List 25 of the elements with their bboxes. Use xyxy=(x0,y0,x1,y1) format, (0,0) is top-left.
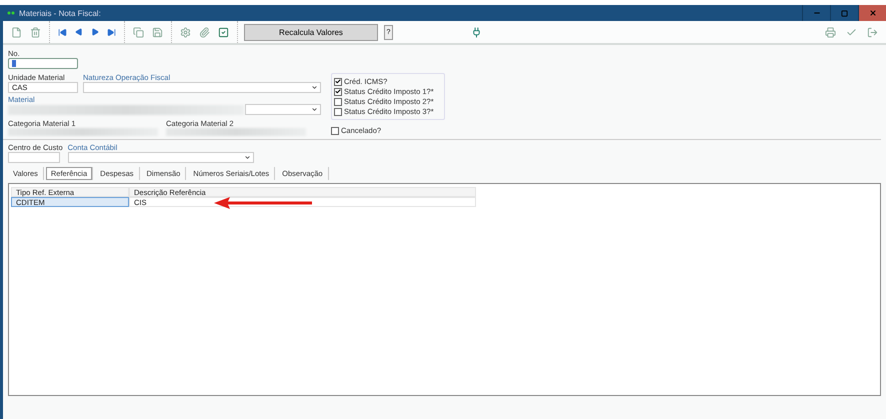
app-icon xyxy=(7,11,15,15)
chevron-icon xyxy=(244,154,251,161)
checkbox[interactable] xyxy=(331,126,339,134)
checkbox[interactable] xyxy=(334,108,342,116)
text-cursor xyxy=(12,60,16,67)
close-button[interactable] xyxy=(858,5,886,21)
recalculate-button[interactable]: Recalcula Valores xyxy=(244,24,378,40)
account-select[interactable] xyxy=(68,152,254,163)
trash-icon[interactable] xyxy=(28,24,43,40)
chevron-icon xyxy=(311,106,318,113)
material-select[interactable] xyxy=(245,104,321,115)
checkbox[interactable] xyxy=(334,88,342,96)
settings-icon[interactable] xyxy=(178,24,193,40)
copy-icon[interactable] xyxy=(131,24,146,40)
checkbox[interactable] xyxy=(334,78,342,86)
number-field[interactable] xyxy=(8,58,78,69)
chevron-icon xyxy=(311,84,318,91)
cost-center-field[interactable] xyxy=(8,152,60,163)
nature-select[interactable] xyxy=(83,82,321,93)
window-title: Materiais - Nota Fiscal: xyxy=(19,8,102,18)
checkbox[interactable] xyxy=(334,98,342,106)
printer-icon[interactable] xyxy=(823,24,838,40)
paperclip-icon[interactable] xyxy=(197,24,212,40)
maximize-icon xyxy=(841,10,848,16)
close-icon xyxy=(868,9,876,17)
